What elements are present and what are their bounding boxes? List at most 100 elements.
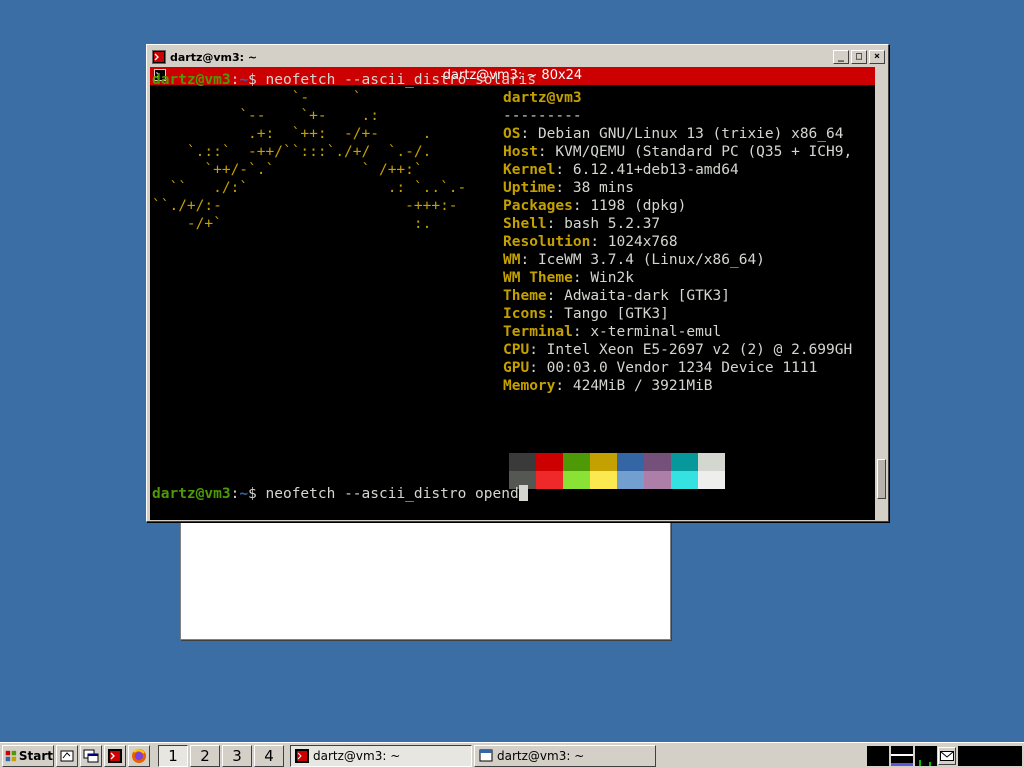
window-titlebar[interactable]: dartz@vm3: ~ _ □ × — [150, 48, 885, 66]
info-line: WM Theme: Win2k — [503, 269, 634, 287]
cpu-monitor[interactable] — [867, 746, 889, 766]
prompt-line-2[interactable]: dartz@vm3:~$ neofetch --ascii_distro ope… — [152, 485, 528, 503]
info-line: Terminal: x-terminal-emul — [503, 323, 721, 341]
prompt-sep: : — [230, 72, 240, 88]
info-line: WM: IceWM 3.7.4 (Linux/x86_64) — [503, 251, 765, 269]
desktop-icon — [60, 750, 74, 761]
info-colon: : — [529, 342, 547, 358]
info-divider: --------- — [503, 108, 582, 124]
close-button[interactable]: × — [869, 50, 885, 64]
info-value: 1198 (dpkg) — [590, 198, 687, 214]
info-colon: : — [529, 360, 547, 376]
info-colon: : — [572, 198, 591, 214]
ascii-line: `-- `+- .: — [152, 108, 379, 124]
info-colon: : — [555, 378, 573, 394]
window-title: dartz@vm3: ~ — [170, 50, 258, 64]
palette-swatch — [617, 453, 644, 471]
palette-swatch — [563, 453, 590, 471]
network-monitor[interactable] — [915, 746, 937, 766]
ascii-line: `- ` — [152, 90, 362, 106]
prompt-end: $ — [248, 72, 257, 88]
browser-launcher[interactable] — [128, 744, 150, 767]
info-line: Kernel: 6.12.41+deb13-amd64 — [503, 161, 739, 179]
info-key: Host — [503, 144, 538, 160]
minimize-button[interactable]: _ — [833, 50, 849, 64]
task-label: dartz@vm3: ~ — [313, 748, 401, 763]
terminal-screen[interactable]: dartz@vm3:~$ neofetch --ascii_distro sol… — [152, 72, 875, 519]
info-value: bash 5.2.37 — [564, 216, 661, 232]
info-value: 1024x768 — [607, 234, 678, 250]
info-line: Packages: 1198 (dpkg) — [503, 197, 686, 215]
workspace-1[interactable]: 1 — [158, 744, 188, 767]
info-key: OS — [503, 126, 521, 142]
mail-icon — [940, 751, 954, 761]
palette-swatch — [671, 471, 698, 489]
info-line: Uptime: 38 mins — [503, 179, 634, 197]
info-key: WM Theme — [503, 270, 573, 286]
workspace-2[interactable]: 2 — [190, 744, 220, 767]
info-colon: : — [546, 216, 565, 232]
info-colon: : — [572, 270, 591, 286]
prompt-line-1: dartz@vm3:~$ neofetch --ascii_distro sol… — [152, 71, 536, 89]
info-colon: : — [546, 306, 565, 322]
terminal-scrollbar[interactable] — [876, 67, 887, 520]
info-key: GPU — [503, 360, 530, 376]
info-colon: : — [537, 144, 556, 160]
terminal-area[interactable]: dartz@vm3: ~ 80x24 dartz@vm3:~$ neofetch… — [150, 67, 875, 520]
color-palette — [509, 453, 725, 489]
scrollbar-thumb[interactable] — [877, 459, 886, 499]
task-label: dartz@vm3: ~ — [497, 748, 585, 763]
info-header: dartz@vm3 — [503, 90, 582, 106]
clock[interactable] — [958, 746, 1022, 766]
task-button-1[interactable]: dartz@vm3: ~ — [290, 744, 472, 767]
info-colon: : — [572, 324, 591, 340]
window-list-button[interactable] — [80, 744, 102, 767]
info-line: CPU: Intel Xeon E5-2697 v2 (2) @ 2.699GH — [503, 341, 852, 359]
show-desktop-button[interactable] — [56, 744, 78, 767]
info-line: OS: Debian GNU/Linux 13 (trixie) x86_64 — [503, 125, 843, 143]
info-key: Terminal — [503, 324, 573, 340]
palette-swatch — [509, 453, 536, 471]
info-key: Packages — [503, 198, 573, 214]
mail-button[interactable] — [938, 747, 956, 765]
ascii-line: `++/-`.` ` /++:` — [152, 162, 423, 178]
info-colon: : — [555, 180, 573, 196]
terminal-window[interactable]: dartz@vm3: ~ _ □ × dartz@vm3: ~ 80x24 da… — [146, 44, 889, 522]
maximize-button[interactable]: □ — [851, 50, 867, 64]
palette-swatch — [590, 453, 617, 471]
palette-swatch — [671, 453, 698, 471]
workspace-4[interactable]: 4 — [254, 744, 284, 767]
command-input[interactable]: neofetch --ascii_distro opend — [257, 486, 519, 502]
workspace-3[interactable]: 3 — [222, 744, 252, 767]
info-value: Intel Xeon E5-2697 v2 (2) @ 2.699GH — [546, 342, 853, 358]
info-key: Icons — [503, 306, 547, 322]
info-value: x-terminal-emul — [590, 324, 722, 340]
ascii-line: ``./+/:- -+++:- — [152, 198, 458, 214]
start-button[interactable]: Start — [2, 744, 54, 767]
info-line: Icons: Tango [GTK3] — [503, 305, 669, 323]
info-line: Host: KVM/QEMU (Standard PC (Q35 + ICH9, — [503, 143, 852, 161]
info-colon: : — [520, 126, 538, 142]
memory-monitor[interactable] — [891, 746, 913, 766]
window-list-icon — [83, 749, 99, 762]
info-colon: : — [520, 252, 538, 268]
info-value: KVM/QEMU (Standard PC (Q35 + ICH9, — [555, 144, 853, 160]
info-key: Uptime — [503, 180, 556, 196]
ascii-line: -/+` :. — [152, 216, 432, 232]
info-key: WM — [503, 252, 521, 268]
terminal-launcher[interactable] — [104, 744, 126, 767]
terminal-icon — [152, 50, 166, 64]
info-line: Theme: Adwaita-dark [GTK3] — [503, 287, 730, 305]
task-button-2[interactable]: dartz@vm3: ~ — [474, 744, 656, 767]
background-window[interactable] — [180, 520, 671, 640]
info-colon: : — [590, 234, 608, 250]
terminal-launcher-icon — [108, 748, 122, 763]
info-value: Tango [GTK3] — [564, 306, 669, 322]
start-label: Start — [18, 748, 53, 763]
info-value: Debian GNU/Linux 13 (trixie) x86_64 — [537, 126, 844, 142]
info-value: 6.12.41+deb13-amd64 — [572, 162, 739, 178]
info-line: Memory: 424MiB / 3921MiB — [503, 377, 713, 395]
info-line: Shell: bash 5.2.37 — [503, 215, 660, 233]
palette-swatch — [590, 471, 617, 489]
info-key: Memory — [503, 378, 556, 394]
